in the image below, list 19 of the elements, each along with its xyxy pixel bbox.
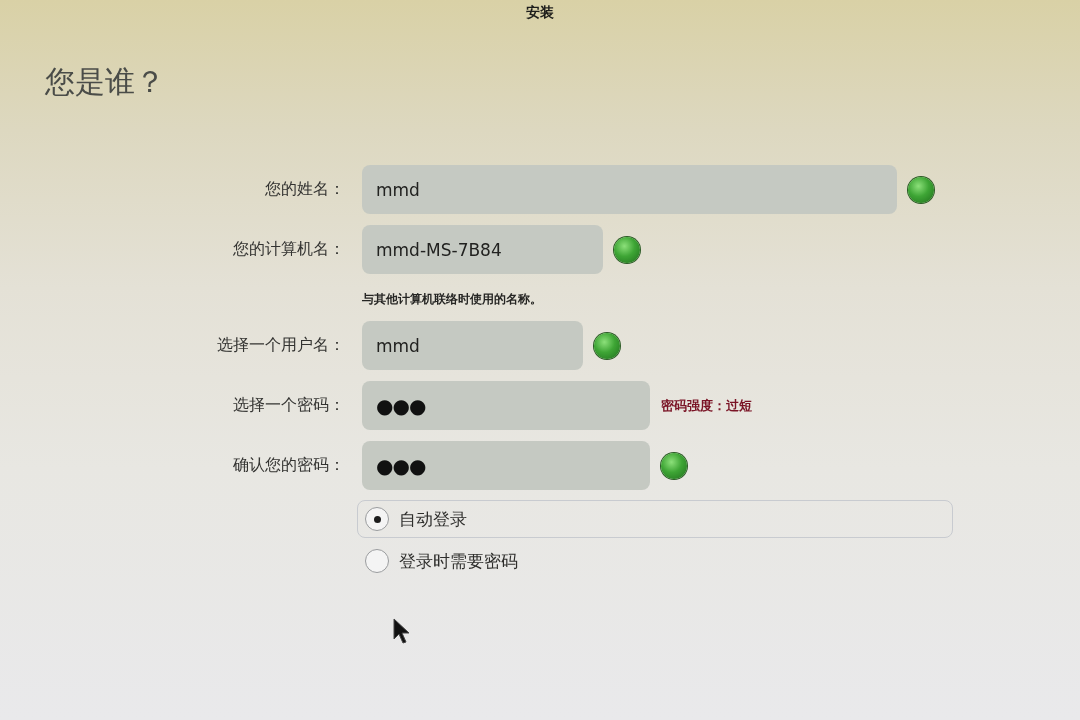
field-label: 您的计算机名： — [233, 239, 345, 260]
radio-button[interactable] — [365, 507, 389, 531]
password-field[interactable]: ●●● — [362, 441, 650, 490]
field-hint: 与其他计算机联络时使用的名称。 — [362, 291, 542, 308]
mouse-pointer-icon — [393, 618, 411, 645]
radio-button[interactable] — [365, 549, 389, 573]
text-field[interactable]: mmd — [362, 321, 583, 370]
radio-label[interactable]: 登录时需要密码 — [399, 549, 518, 573]
password-field[interactable]: ●●● — [362, 381, 650, 430]
field-label: 您的姓名： — [265, 179, 345, 200]
field-label: 确认您的密码： — [233, 455, 345, 476]
window-title: 安装 — [526, 4, 554, 22]
page-heading: 您是谁？ — [45, 63, 165, 101]
password-strength-text: 密码强度：过短 — [661, 396, 752, 415]
radio-label[interactable]: 自动登录 — [399, 507, 467, 531]
text-field[interactable]: mmd — [362, 165, 897, 214]
text-field[interactable]: mmd-MS-7B84 — [362, 225, 603, 274]
field-label: 选择一个密码： — [233, 395, 345, 416]
field-label: 选择一个用户名： — [217, 335, 345, 356]
